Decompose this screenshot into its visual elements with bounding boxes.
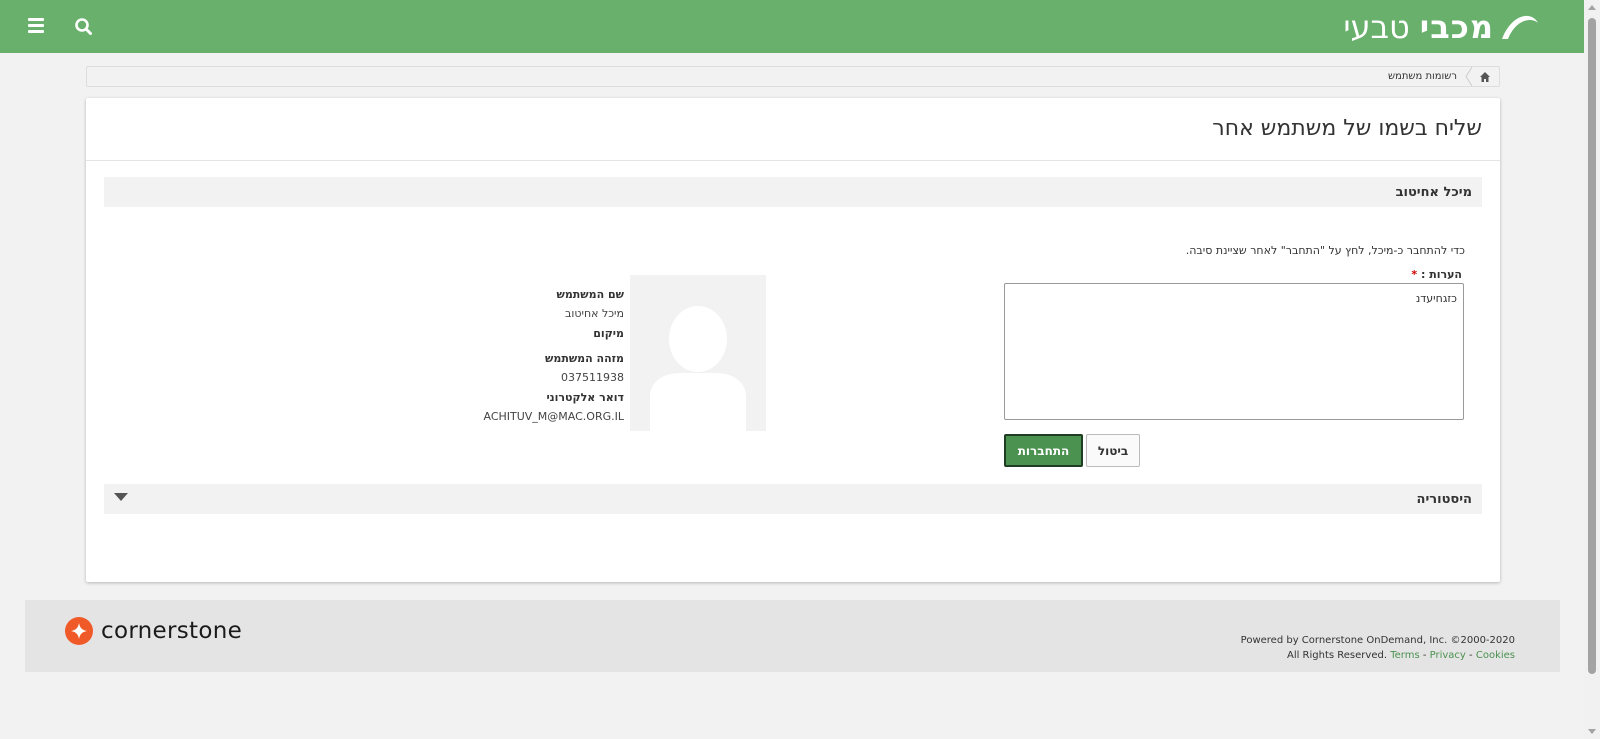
user-section-heading: מיכל אחיטוב [1395, 184, 1472, 200]
user-section-header: מיכל אחיטוב [104, 177, 1482, 207]
avatar [630, 275, 766, 431]
comments-label: הערות : * [1411, 268, 1462, 281]
vertical-scrollbar[interactable] [1584, 0, 1600, 739]
top-header: מכבי טבעי [0, 0, 1584, 53]
email-value: ACHITUV_M@MAC.ORG.IL [483, 410, 624, 423]
home-icon[interactable] [1479, 71, 1491, 83]
comments-textarea[interactable]: כזגחיעדנ [1004, 283, 1464, 420]
username-value: מיכל אחיטוב [565, 307, 624, 320]
title-divider [86, 160, 1500, 161]
history-section-header[interactable]: היסטוריה [104, 484, 1482, 514]
breadcrumb-current[interactable]: רשומות משתמש [1388, 71, 1457, 82]
email-label: דואר אלקטרוני [546, 391, 624, 404]
maccabi-logo[interactable]: מכבי טבעי [1343, 6, 1540, 48]
footer-text: Powered by Cornerstone OnDemand, Inc. ©2… [1241, 633, 1515, 663]
link-separator: - [1469, 650, 1473, 661]
logo-text-light: טבעי [1343, 8, 1410, 46]
hamburger-icon[interactable] [28, 18, 44, 33]
privacy-link[interactable]: Privacy [1430, 650, 1466, 661]
cornerstone-logo: cornerstone [65, 617, 242, 645]
scroll-up-icon[interactable] [1588, 5, 1596, 10]
rights-text: All Rights Reserved. [1286, 650, 1388, 661]
breadcrumb: רשומות משתמש [86, 66, 1500, 87]
breadcrumb-separator [1465, 67, 1473, 86]
cookies-link[interactable]: Cookies [1476, 650, 1515, 661]
powered-by-text: Powered by Cornerstone OnDemand, Inc. ©2… [1240, 635, 1515, 646]
search-icon[interactable] [74, 17, 94, 37]
required-mark: * [1411, 268, 1418, 281]
user-id-value: 037511938 [561, 371, 624, 384]
scroll-down-icon[interactable] [1588, 729, 1596, 734]
location-label: מיקום [593, 327, 624, 340]
terms-link[interactable]: Terms [1390, 650, 1419, 661]
chevron-down-icon[interactable] [114, 493, 128, 501]
cornerstone-brand: cornerstone [101, 618, 243, 644]
user-info: שם המשתמש מיכל אחיטוב מיקום מזהה המשתמש … [483, 288, 624, 430]
cancel-button[interactable]: ביטול [1086, 434, 1140, 467]
user-id-label: מזהה המשתמש [545, 352, 624, 365]
history-section-heading: היסטוריה [1416, 491, 1472, 507]
login-button[interactable]: התחברות [1004, 434, 1083, 467]
scrollbar-thumb[interactable] [1588, 18, 1596, 674]
maccabi-swoosh-icon [1502, 15, 1538, 39]
main-panel: שליח בשמו של משתמש אחר מיכל אחיטוב כדי ל… [86, 98, 1500, 582]
footer-links-line: All Rights Reserved. Terms - Privacy - C… [1241, 648, 1515, 663]
instructions-text: כדי להתחבר כ-מיכל, לחץ על "התחבר" לאחר ש… [1185, 244, 1465, 257]
footer: cornerstone Powered by Cornerstone OnDem… [25, 600, 1560, 672]
username-label: שם המשתמש [556, 288, 624, 301]
comments-label-text: הערות : [1420, 268, 1462, 281]
page-title: שליח בשמו של משתמש אחר [1212, 116, 1482, 141]
cornerstone-star-icon [65, 617, 93, 645]
link-separator: - [1422, 650, 1427, 661]
user-silhouette-icon [650, 306, 746, 431]
logo-text-bold: מכבי [1419, 8, 1494, 46]
